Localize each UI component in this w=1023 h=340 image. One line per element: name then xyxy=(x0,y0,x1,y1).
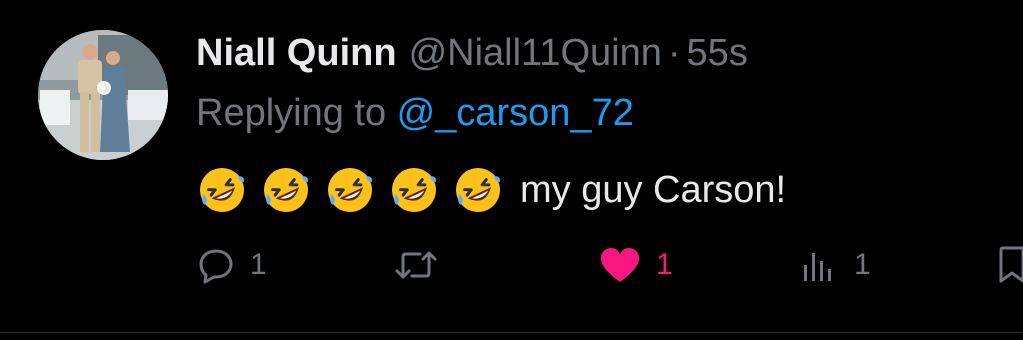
replying-to-mention[interactable]: @_carson_72 xyxy=(397,92,634,134)
retweet-button[interactable] xyxy=(394,240,452,290)
like-count: 1 xyxy=(656,248,673,281)
author-handle[interactable]: @Niall11Quinn xyxy=(409,28,662,78)
tweet[interactable]: Niall Quinn @Niall11Quinn · 55s Replying… xyxy=(0,0,1023,332)
rolling-on-floor-laughing-emoji-icon xyxy=(264,168,309,212)
rolling-on-floor-laughing-emoji-icon xyxy=(200,168,245,212)
divider xyxy=(0,332,1023,333)
avatar[interactable] xyxy=(38,30,168,160)
timestamp[interactable]: 55s xyxy=(687,28,748,78)
replying-to-line: Replying to @_carson_72 xyxy=(196,88,634,138)
rolling-on-floor-laughing-emoji-icon xyxy=(328,168,373,212)
bookmark-icon xyxy=(999,246,1023,283)
rolling-on-floor-laughing-emoji-icon xyxy=(456,168,501,212)
retweet-icon xyxy=(395,251,437,279)
rolling-on-floor-laughing-emoji-icon xyxy=(392,168,437,212)
reply-icon xyxy=(199,249,233,284)
bookmark-button[interactable] xyxy=(998,240,1023,290)
tweet-actions: 1 1 1 xyxy=(0,240,1023,290)
views-icon xyxy=(804,253,831,281)
author-name[interactable]: Niall Quinn xyxy=(196,28,397,78)
reply-button[interactable]: 1 xyxy=(196,240,267,290)
separator-dot: · xyxy=(667,32,681,74)
tweet-text: my guy Carson! xyxy=(520,168,787,211)
views-button[interactable]: 1 xyxy=(800,240,871,290)
replying-to-label: Replying to xyxy=(196,92,397,134)
like-button[interactable]: 1 xyxy=(598,240,673,290)
tweet-header: Niall Quinn @Niall11Quinn · 55s xyxy=(196,28,748,78)
tweet-body: my guy Carson! xyxy=(196,162,786,218)
reply-count: 1 xyxy=(250,248,267,281)
views-count: 1 xyxy=(854,248,871,281)
heart-icon xyxy=(601,248,639,282)
